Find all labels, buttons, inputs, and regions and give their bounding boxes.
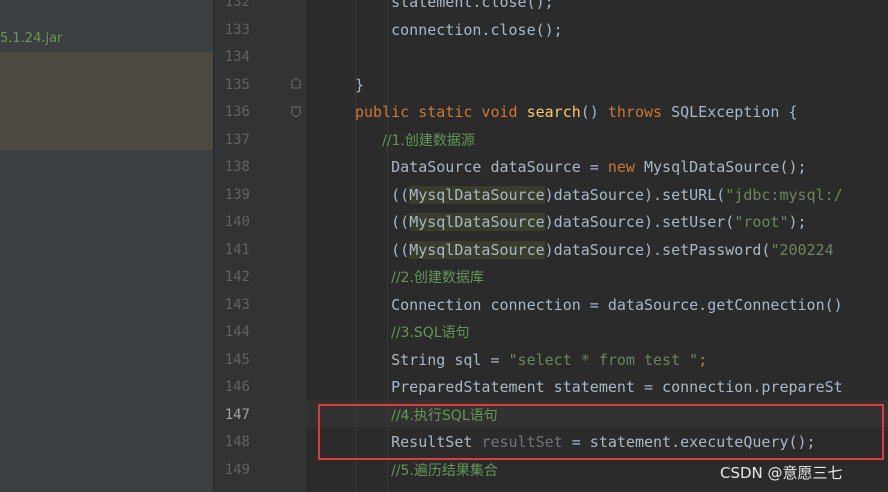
line-number[interactable]: 144 [214,319,250,346]
code-line[interactable]: //2.创建数据库 [355,264,484,291]
code-token: //5.遍历结果集合 [391,463,498,479]
annotation-highlight-box [318,404,884,460]
code-token: (( [355,241,410,259]
code-token: } [355,76,365,94]
line-number[interactable]: 135 [214,72,250,99]
code-line[interactable]: String sql = "select * from test "; [355,347,707,374]
code-line[interactable]: //1.创建数据源 [355,127,475,154]
fold-start-icon[interactable] [291,106,301,118]
code-line[interactable]: ((MysqlDataSource)dataSource).setPasswor… [355,237,834,264]
line-number[interactable]: 143 [214,292,250,319]
code-token: )dataSource).setPassword( [544,241,771,259]
code-token: "root" [734,213,789,231]
code-line[interactable]: Connection connection = dataSource.getCo… [355,292,843,319]
code-line[interactable]: //3.SQL语句 [355,319,470,346]
line-number[interactable]: 145 [214,347,250,374]
code-token: //1.创建数据源 [382,133,475,149]
code-token: ); [788,213,807,231]
code-token: public static void [355,103,527,121]
line-number[interactable]: 148 [214,429,250,456]
code-line[interactable]: ((MysqlDataSource)dataSource).setUser("r… [355,209,807,236]
line-number[interactable]: 147 [214,402,250,429]
line-number[interactable]: 139 [214,182,250,209]
code-line[interactable]: } [355,72,364,99]
line-number[interactable]: 133 [214,17,250,44]
code-token: throws [607,103,672,121]
code-token: "200224 [770,241,834,259]
code-line[interactable]: public static void search() throws SQLEx… [355,99,798,126]
code-token: PreparedStatement statement = connection… [355,378,843,396]
line-number[interactable]: 140 [214,209,250,236]
code-line[interactable]: PreparedStatement statement = connection… [355,374,843,401]
line-number[interactable]: 142 [214,264,250,291]
code-token: (( [355,186,410,204]
code-token: connection.close(); [355,21,563,39]
code-token: "jdbc:mysql:/ [725,186,843,204]
code-token: String sql = [355,351,509,369]
project-tree-pane: 5.1.24.jar [0,0,213,492]
code-line[interactable]: //5.遍历结果集合 [355,457,498,484]
code-token: Connection connection = dataSource.getCo… [355,296,843,314]
line-number[interactable]: 146 [214,374,250,401]
code-line[interactable]: DataSource dataSource = new MysqlDataSou… [355,154,807,181]
code-token: statement.close(); [355,0,554,11]
code-token: search [526,103,581,121]
line-number[interactable]: 132 [214,0,250,16]
code-token: MysqlDataSource(); [644,158,807,176]
code-token: SQLException { [671,103,798,121]
line-number[interactable]: 149 [214,457,250,484]
code-token: MysqlDataSource [409,241,545,259]
code-token: DataSource dataSource = [355,158,608,176]
code-token: "select * from test " [508,351,699,369]
line-number[interactable]: 138 [214,154,250,181]
code-token: )dataSource).setURL( [544,186,726,204]
library-jar-item[interactable]: 5.1.24.jar [0,29,62,49]
csdn-watermark: CSDN @意愿三七 [720,464,843,482]
code-token: //3.SQL语句 [391,325,470,341]
code-line[interactable]: ((MysqlDataSource)dataSource).setURL("jd… [355,182,843,209]
code-token: MysqlDataSource [409,213,545,231]
tree-selection-highlight [0,52,213,150]
code-token: new [607,158,644,176]
fold-end-icon[interactable] [291,77,301,89]
code-token: )dataSource).setUser( [544,213,735,231]
line-number[interactable]: 134 [214,44,250,71]
line-number[interactable]: 137 [214,127,250,154]
code-token: (( [355,213,410,231]
code-token: //2.创建数据库 [391,270,484,286]
code-line[interactable]: connection.close(); [355,17,563,44]
code-token: () [580,103,608,121]
code-token: ; [698,351,708,369]
code-token: MysqlDataSource [409,186,545,204]
line-number[interactable]: 136 [214,99,250,126]
line-number[interactable]: 141 [214,237,250,264]
code-line[interactable]: statement.close(); [355,0,554,16]
